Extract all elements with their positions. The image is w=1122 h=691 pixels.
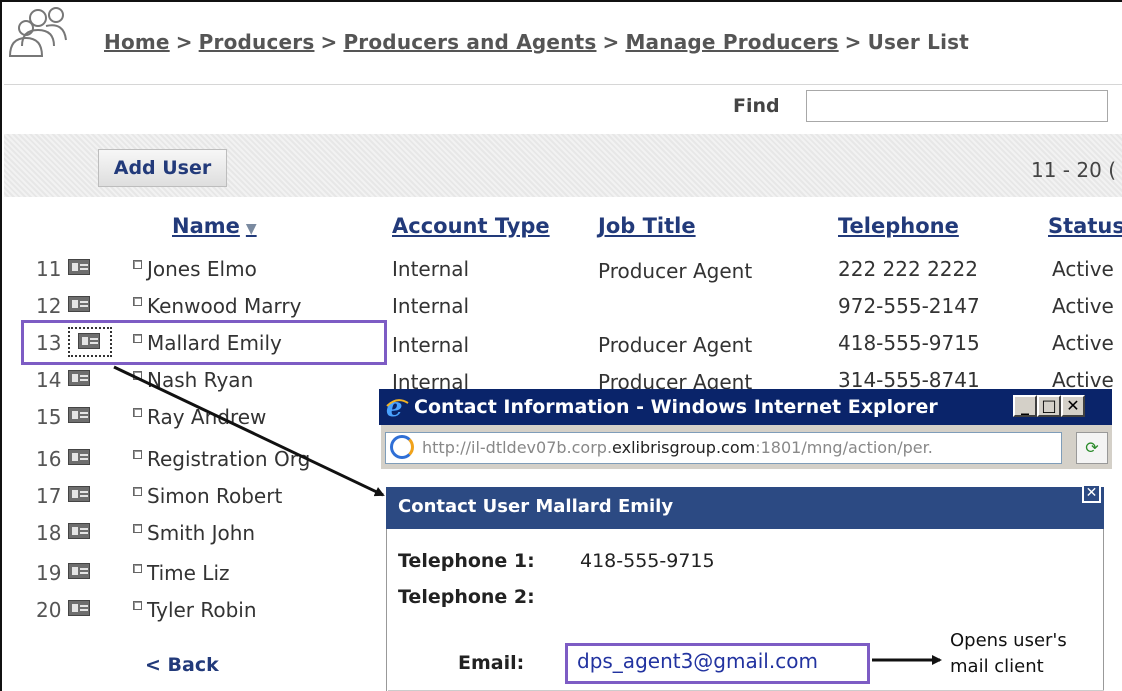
arrow-to-popup xyxy=(113,365,385,497)
annotation-note: Opens user's mail client xyxy=(950,628,1067,680)
annotation-arrows xyxy=(113,365,942,665)
annotation-line-2: mail client xyxy=(950,656,1044,677)
annotation-line-1: Opens user's xyxy=(950,630,1067,651)
